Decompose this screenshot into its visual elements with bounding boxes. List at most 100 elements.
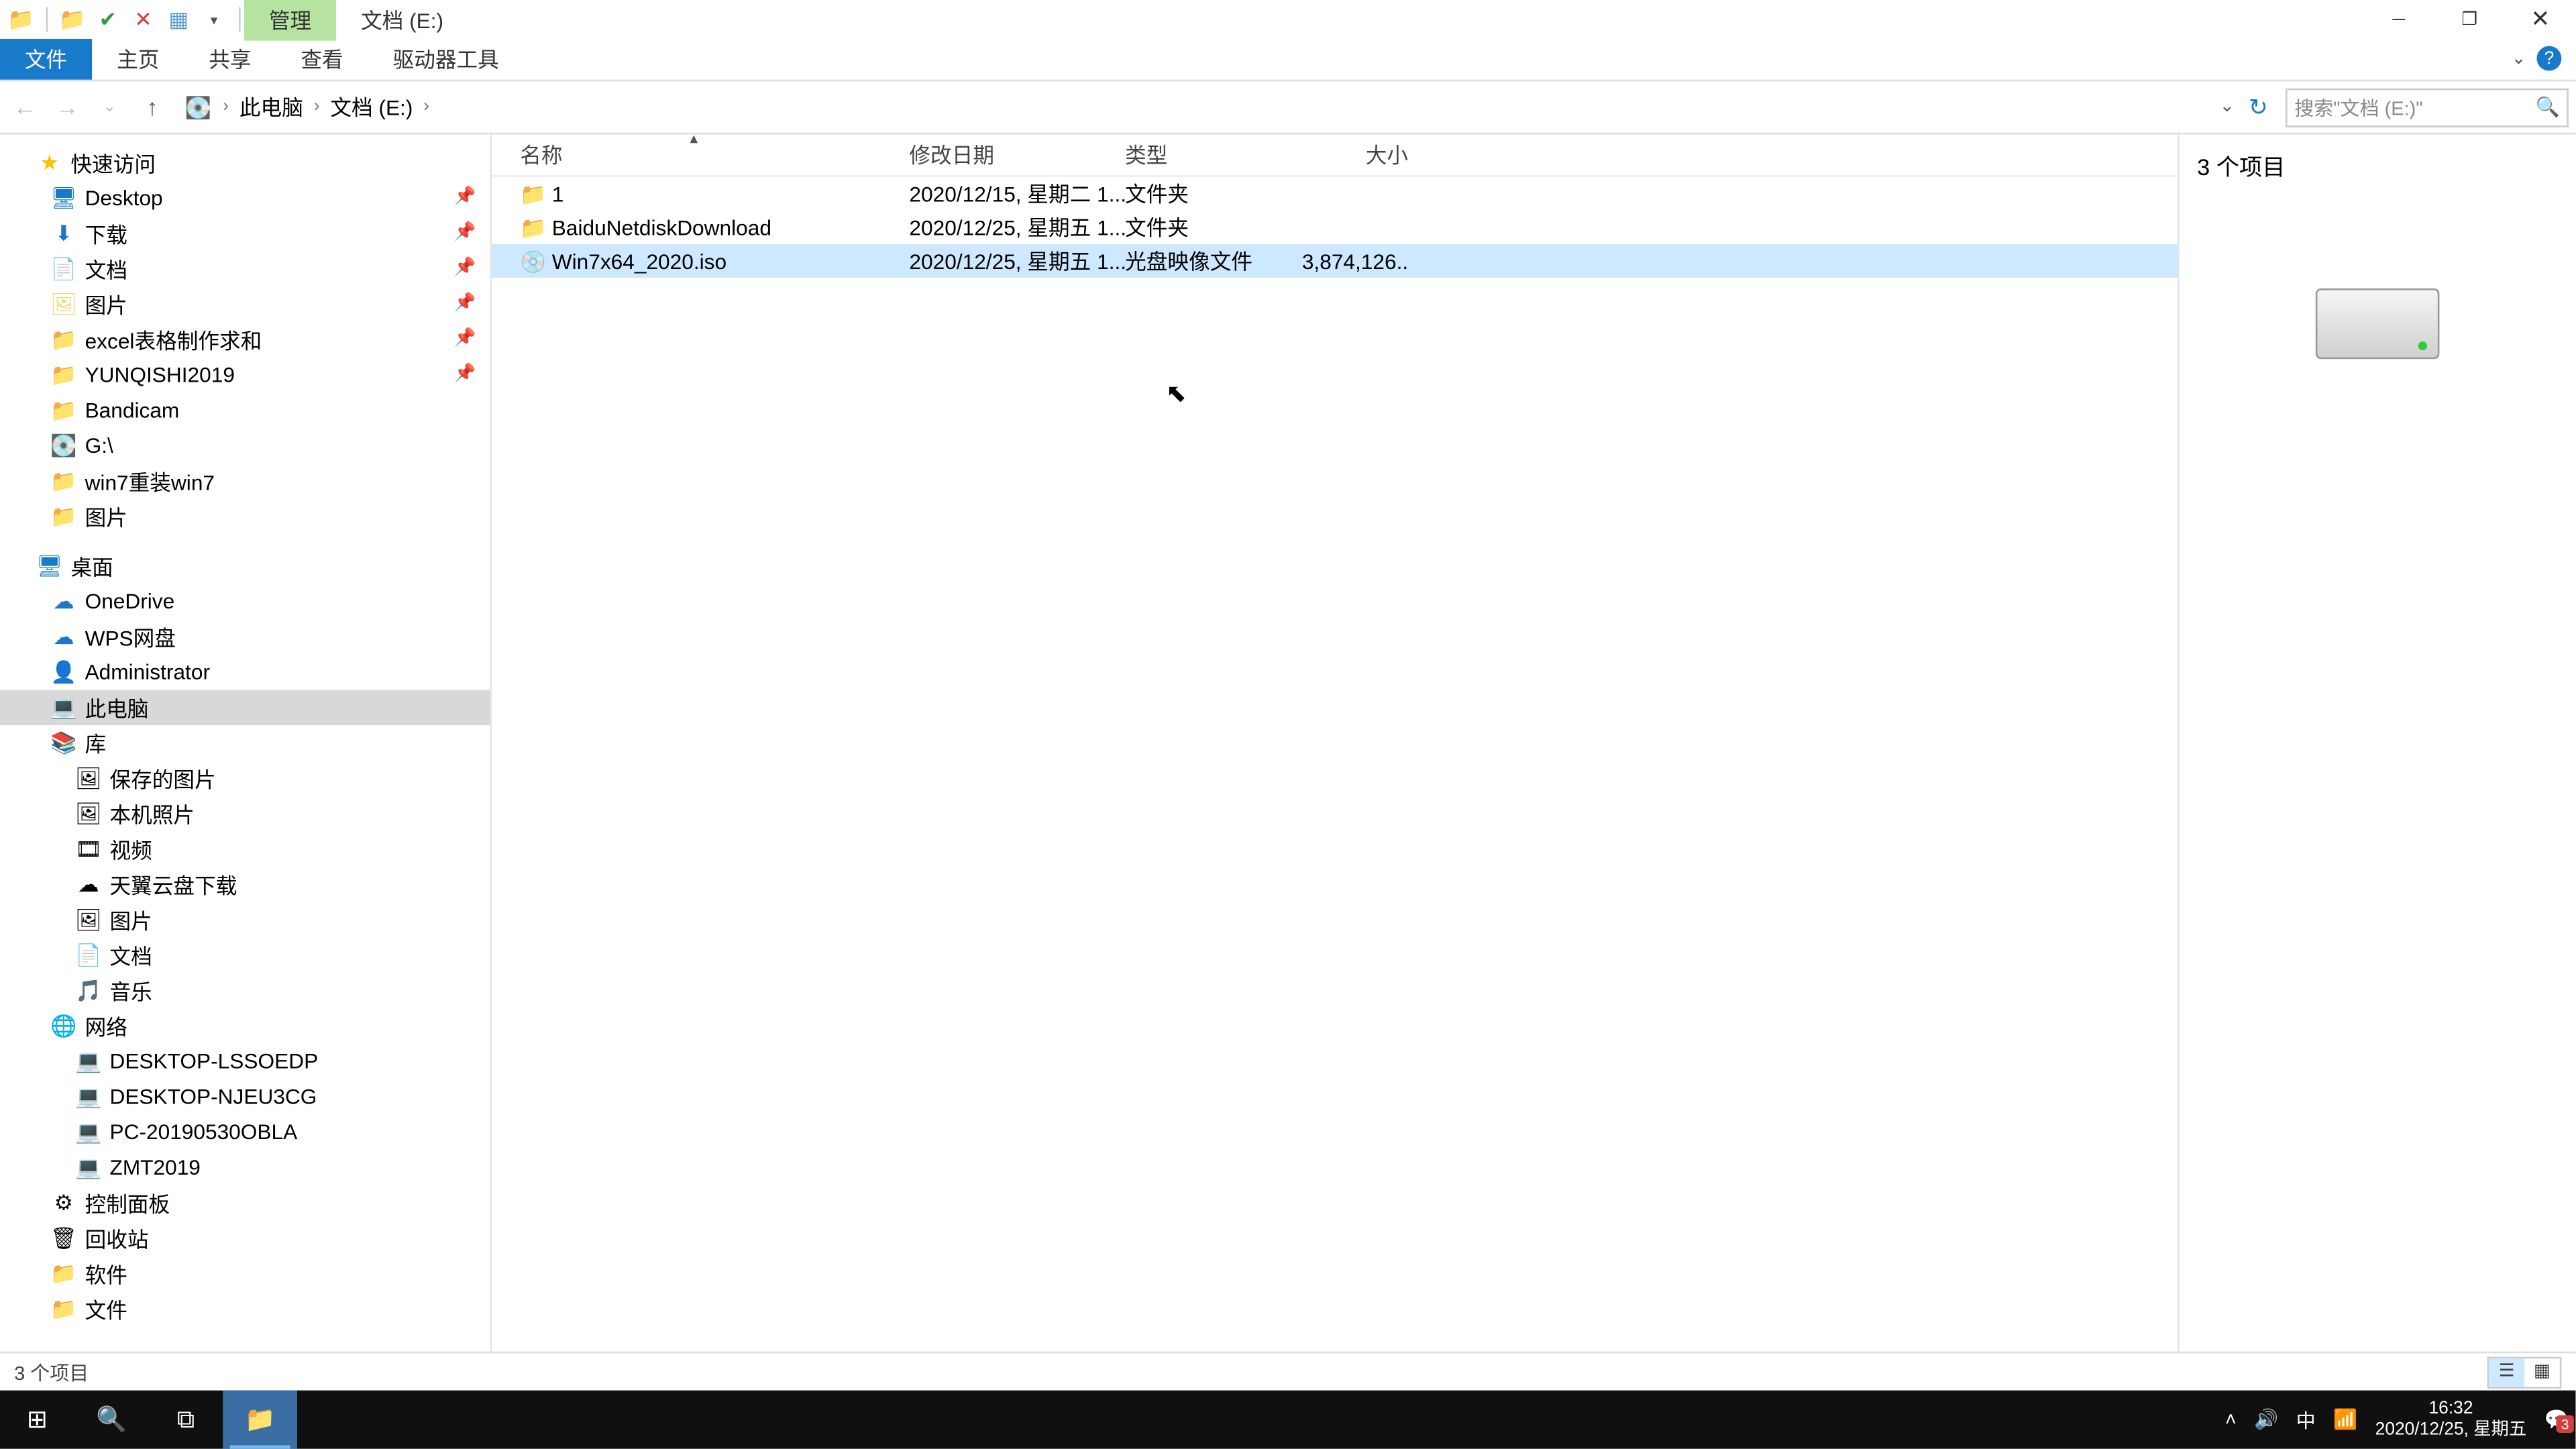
minimize-button[interactable]: ─ bbox=[2363, 0, 2434, 39]
file-row[interactable]: 📁BaiduNetdiskDownload2020/12/25, 星期五 1..… bbox=[492, 211, 2178, 244]
folder-icon: 🎞 bbox=[74, 837, 103, 861]
qat-delete-icon[interactable]: ✕ bbox=[129, 5, 158, 34]
sidebar-admin[interactable]: 👤Administrator bbox=[0, 655, 490, 690]
navigation-pane[interactable]: ★快速访问 🖥Desktop📌 ⬇下载📌 📄文档📌 🖼图片📌 📁excel表格制… bbox=[0, 134, 492, 1399]
breadcrumb-root[interactable]: 此电脑 bbox=[232, 92, 310, 122]
file-row[interactable]: 📁12020/12/15, 星期二 1...文件夹 bbox=[492, 177, 2178, 211]
sidebar-pictures[interactable]: 🖼图片📌 bbox=[0, 286, 490, 322]
sidebar-music[interactable]: 🎵音乐 bbox=[0, 973, 490, 1008]
sidebar-gdrive[interactable]: 💽G:\ bbox=[0, 428, 490, 464]
tray-overflow-icon[interactable]: ˄ bbox=[2225, 1409, 2237, 1430]
refresh-icon[interactable]: ↻ bbox=[2249, 93, 2268, 121]
ime-indicator[interactable]: 中 bbox=[2296, 1405, 2316, 1434]
sidebar-downloads[interactable]: ⬇下载📌 bbox=[0, 216, 490, 252]
sidebar-pics3[interactable]: 🖼图片 bbox=[0, 902, 490, 938]
main-content: ★快速访问 🖥Desktop📌 ⬇下载📌 📄文档📌 🖼图片📌 📁excel表格制… bbox=[0, 134, 2575, 1399]
sidebar-yunqi[interactable]: 📁YUNQISHI2019📌 bbox=[0, 358, 490, 393]
sidebar-win7[interactable]: 📁win7重装win7 bbox=[0, 464, 490, 499]
help-icon[interactable]: ? bbox=[2536, 46, 2561, 71]
sidebar-documents[interactable]: 📄文档📌 bbox=[0, 251, 490, 286]
volume-icon[interactable]: 🔊 bbox=[2254, 1408, 2278, 1431]
maximize-button[interactable]: ❐ bbox=[2434, 0, 2505, 39]
sidebar-recycle[interactable]: 🗑回收站 bbox=[0, 1221, 490, 1256]
sidebar-pc3[interactable]: 💻PC-20190530OBLA bbox=[0, 1114, 490, 1150]
column-date[interactable]: 修改日期 bbox=[909, 140, 1125, 170]
sidebar-desktop2[interactable]: 🖥桌面 bbox=[0, 548, 490, 584]
sidebar-library[interactable]: 📚库 bbox=[0, 725, 490, 761]
chevron-right-icon[interactable]: › bbox=[310, 97, 323, 117]
search-input[interactable]: 搜索"文档 (E:)" 🔍 bbox=[2286, 88, 2569, 127]
sidebar-files[interactable]: 📁文件 bbox=[0, 1291, 490, 1327]
sidebar-tianyi[interactable]: ☁天翼云盘下载 bbox=[0, 867, 490, 902]
sidebar-excel[interactable]: 📁excel表格制作求和📌 bbox=[0, 322, 490, 358]
tab-view[interactable]: 查看 bbox=[276, 39, 368, 80]
column-headers[interactable]: ▴ 名称 修改日期 类型 大小 bbox=[492, 134, 2178, 176]
sidebar-videos[interactable]: 🎞视频 bbox=[0, 831, 490, 867]
taskbar[interactable]: ⊞ 🔍 ⧉ 📁 ˄ 🔊 中 📶 16:32 2020/12/25, 星期五 💬3 bbox=[0, 1391, 2575, 1449]
sidebar-control-panel[interactable]: ⚙控制面板 bbox=[0, 1185, 490, 1221]
app-icon: 📁 bbox=[7, 5, 36, 34]
contextual-tab[interactable]: 管理 bbox=[244, 0, 336, 40]
tab-file[interactable]: 文件 bbox=[0, 39, 92, 80]
action-center-icon[interactable]: 💬3 bbox=[2544, 1408, 2569, 1431]
sidebar-network[interactable]: 🌐网络 bbox=[0, 1008, 490, 1044]
view-toggle[interactable]: ☰ ▦ bbox=[2487, 1356, 2562, 1387]
system-tray[interactable]: ˄ 🔊 中 📶 16:32 2020/12/25, 星期五 💬3 bbox=[2225, 1391, 2576, 1449]
forward-button[interactable]: → bbox=[50, 89, 85, 125]
date-text: 2020/12/25, 星期五 bbox=[2375, 1419, 2527, 1441]
sidebar-pc4[interactable]: 💻ZMT2019 bbox=[0, 1150, 490, 1185]
breadcrumb-current[interactable]: 文档 (E:) bbox=[323, 92, 420, 122]
close-button[interactable]: ✕ bbox=[2505, 0, 2575, 39]
tab-share[interactable]: 共享 bbox=[184, 39, 276, 80]
search-button[interactable]: 🔍 bbox=[74, 1391, 149, 1449]
task-view-button[interactable]: ⧉ bbox=[149, 1391, 223, 1449]
tab-drive-tools[interactable]: 驱动器工具 bbox=[368, 39, 524, 80]
qat-dropdown-icon[interactable]: ▾ bbox=[200, 5, 228, 34]
sidebar-software[interactable]: 📁软件 bbox=[0, 1256, 490, 1291]
sidebar-quick-access[interactable]: ★快速访问 bbox=[0, 145, 490, 180]
cloud-icon: ☁ bbox=[50, 589, 78, 614]
sidebar-pc1[interactable]: 💻DESKTOP-LSSOEDP bbox=[0, 1044, 490, 1079]
column-name[interactable]: 名称 bbox=[520, 140, 909, 170]
sidebar-this-pc[interactable]: 💻此电脑 bbox=[0, 690, 490, 725]
folder-icon: 📄 bbox=[74, 943, 103, 968]
sidebar-docs3[interactable]: 📄文档 bbox=[0, 938, 490, 973]
history-dropdown-icon[interactable]: ⌄ bbox=[92, 89, 127, 125]
sidebar-saved-pics[interactable]: 🖼保存的图片 bbox=[0, 761, 490, 796]
column-type[interactable]: 类型 bbox=[1125, 140, 1302, 170]
sidebar-pictures2[interactable]: 📁图片 bbox=[0, 499, 490, 535]
qat-check-icon[interactable]: ✔ bbox=[94, 5, 122, 34]
tab-home[interactable]: 主页 bbox=[92, 39, 184, 80]
qat-properties-icon[interactable]: ▦ bbox=[164, 5, 193, 34]
title-bar: 📁 📁 ✔ ✕ ▦ ▾ 管理 文档 (E:) ─ ❐ ✕ bbox=[0, 0, 2575, 39]
wifi-icon[interactable]: 📶 bbox=[2333, 1408, 2357, 1431]
up-button[interactable]: ↑ bbox=[134, 89, 170, 125]
sidebar-onedrive[interactable]: ☁OneDrive bbox=[0, 584, 490, 619]
search-icon[interactable]: 🔍 bbox=[2536, 95, 2560, 118]
folder-icon: 📄 bbox=[50, 256, 78, 281]
sidebar-wps[interactable]: ☁WPS网盘 bbox=[0, 619, 490, 655]
sidebar-camera-roll[interactable]: 🖼本机照片 bbox=[0, 796, 490, 832]
file-row[interactable]: 💿Win7x64_2020.iso2020/12/25, 星期五 1...光盘映… bbox=[492, 244, 2178, 278]
address-bar[interactable]: 💽 › 此电脑 › 文档 (E:) › bbox=[184, 92, 433, 122]
ribbon-collapse-icon[interactable]: ⌄ bbox=[2512, 50, 2526, 69]
address-dropdown-icon[interactable]: ⌄ bbox=[2220, 97, 2235, 117]
chevron-right-icon[interactable]: › bbox=[420, 97, 433, 117]
sidebar-bandicam[interactable]: 📁Bandicam bbox=[0, 392, 490, 428]
sidebar-desktop[interactable]: 🖥Desktop📌 bbox=[0, 180, 490, 216]
back-button[interactable]: ← bbox=[7, 89, 43, 125]
qat-new-folder-icon[interactable]: 📁 bbox=[58, 5, 87, 34]
monitor-icon: 💻 bbox=[50, 695, 78, 720]
start-button[interactable]: ⊞ bbox=[0, 1391, 74, 1449]
clock[interactable]: 16:32 2020/12/25, 星期五 bbox=[2375, 1399, 2527, 1441]
thumbnails-view-icon[interactable]: ▦ bbox=[2524, 1358, 2560, 1386]
file-list[interactable]: ▴ 名称 修改日期 类型 大小 📁12020/12/15, 星期二 1...文件… bbox=[492, 134, 2178, 1399]
pin-icon: 📌 bbox=[454, 223, 476, 242]
sidebar-pc2[interactable]: 💻DESKTOP-NJEU3CG bbox=[0, 1079, 490, 1115]
taskbar-explorer[interactable]: 📁 bbox=[223, 1391, 297, 1449]
details-view-icon[interactable]: ☰ bbox=[2489, 1358, 2524, 1386]
chevron-right-icon[interactable]: › bbox=[219, 97, 232, 117]
column-size[interactable]: 大小 bbox=[1302, 140, 1408, 170]
folder-icon: 📁 bbox=[50, 398, 78, 423]
control-panel-icon: ⚙ bbox=[50, 1191, 78, 1216]
